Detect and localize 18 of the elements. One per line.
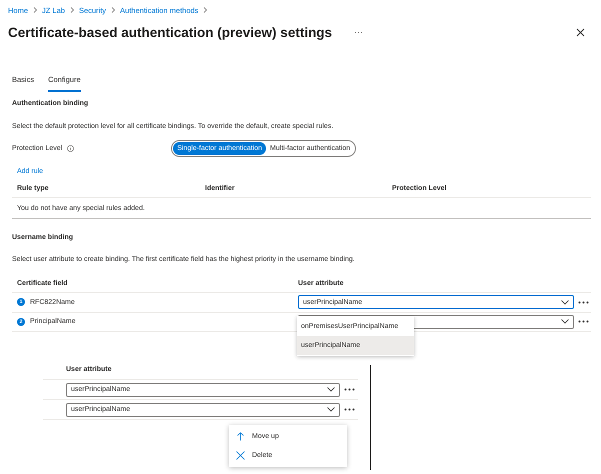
chevron-right-icon: [110, 7, 116, 13]
close-icon[interactable]: [576, 28, 585, 36]
chevron-right-icon: [202, 7, 208, 13]
more-button[interactable]: ···: [354, 27, 364, 37]
more-icon[interactable]: [578, 300, 589, 304]
more-icon[interactable]: [344, 388, 355, 391]
arrow-up-icon: [236, 432, 245, 441]
info-icon[interactable]: [67, 144, 74, 152]
chevron-down-icon: [561, 300, 569, 305]
chevron-right-icon: [68, 7, 75, 13]
chevron-down-icon: [327, 387, 335, 392]
chevron-down-icon: [327, 407, 335, 412]
more-icon[interactable]: [344, 408, 355, 411]
chevron-down-icon: [561, 319, 569, 324]
delete-icon: [236, 451, 245, 460]
chevron-right-icon: [32, 7, 38, 13]
more-icon[interactable]: [578, 320, 589, 324]
page-title: Certificate-based authentication (preview) settings: [8, 24, 332, 40]
